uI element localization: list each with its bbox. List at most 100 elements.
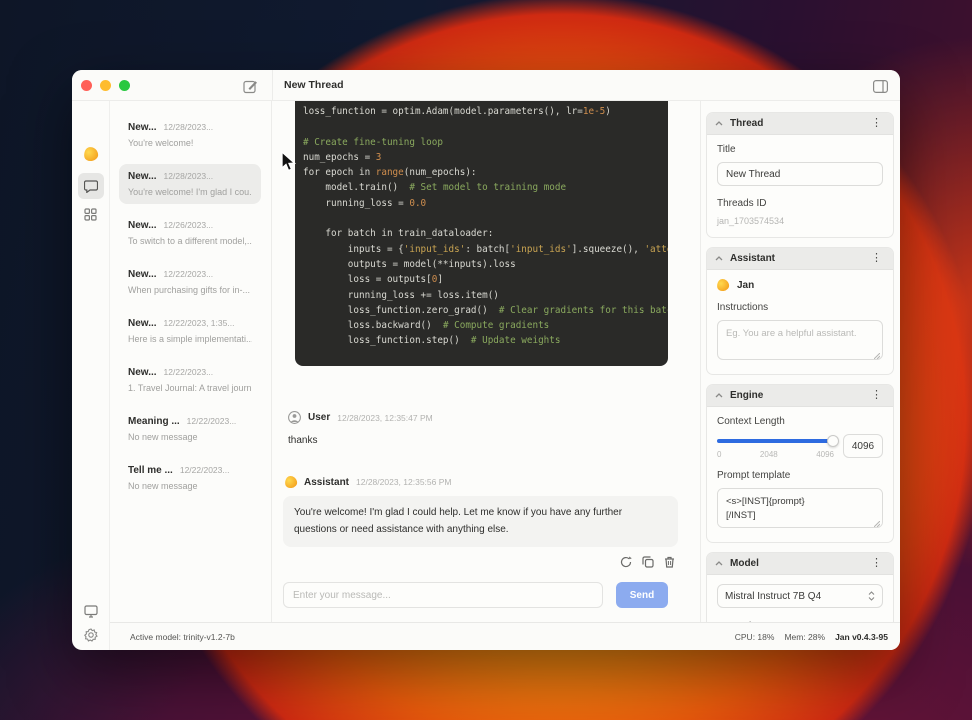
collapse-chevron-icon xyxy=(715,393,723,398)
thread-preview: When purchasing gifts for in-... xyxy=(128,285,251,295)
thread-list: New... 12/28/2023... You're welcome! New...… xyxy=(110,101,272,622)
assistant-hand-icon xyxy=(716,278,730,292)
collapse-chevron-icon xyxy=(715,121,723,126)
cpu-status: CPU: 18% xyxy=(734,631,775,642)
kebab-menu-icon[interactable]: ⋮ xyxy=(868,388,885,403)
resize-handle-icon[interactable] xyxy=(874,521,880,527)
assistant-card-header[interactable]: Assistant ⋮ xyxy=(707,248,893,270)
thread-card: Thread ⋮ Title Threads ID jan_1703574534 xyxy=(706,112,894,238)
zoom-window-button[interactable] xyxy=(119,79,130,91)
thread-list-item[interactable]: New... 12/22/2023, 1:35... Here is a simpl… xyxy=(119,311,261,351)
threads-chat-icon[interactable] xyxy=(77,173,104,199)
code-line: outputs = model(**inputs).loss xyxy=(303,258,516,270)
message-timestamp: 12/28/2023, 12:35:47 PM xyxy=(337,412,433,423)
collapse-chevron-icon xyxy=(715,256,723,261)
thread-title: New... xyxy=(128,367,157,378)
thread-preview: You're welcome! I'm glad I cou... xyxy=(128,187,252,197)
hub-grid-icon[interactable] xyxy=(78,201,104,227)
left-icon-rail xyxy=(72,101,110,650)
code-line: loss_function.zero_grad() # Clear gradie… xyxy=(303,304,668,316)
thread-list-item[interactable]: New... 12/22/2023... When purchasing gifts… xyxy=(119,262,261,302)
engine-card-header[interactable]: Engine ⋮ xyxy=(707,385,893,407)
thread-title: New... xyxy=(128,318,157,329)
thread-list-item[interactable]: New... 12/22/2023... 1. Travel Journal: A … xyxy=(119,360,261,400)
engine-card: Engine ⋮ Context Length 0 2048 4096 4096… xyxy=(706,384,894,543)
close-window-button[interactable] xyxy=(81,79,92,91)
traffic-lights xyxy=(81,79,130,91)
window-title: New Thread xyxy=(284,79,344,91)
thread-date: 12/28/2023... xyxy=(163,171,214,181)
thread-list-item[interactable]: Tell me ... 12/22/2023... No new message xyxy=(119,458,261,498)
thread-date: 12/22/2023... xyxy=(179,465,230,475)
context-length-slider[interactable] xyxy=(717,435,839,447)
thread-title-input[interactable] xyxy=(717,162,883,186)
thread-date: 12/28/2023... xyxy=(163,122,214,132)
tick-min: 0 xyxy=(717,450,722,459)
message-input[interactable] xyxy=(283,582,603,608)
regenerate-icon[interactable] xyxy=(617,553,634,570)
thread-title: New... xyxy=(128,269,157,280)
prompt-template-textarea[interactable]: <s>[INST]{prompt} [/INST] xyxy=(717,488,883,528)
minimize-window-button[interactable] xyxy=(100,79,111,91)
thread-date: 12/22/2023... xyxy=(163,367,214,377)
thread-preview: No new message xyxy=(128,432,198,442)
user-message-text: thanks xyxy=(288,435,318,446)
context-length-value[interactable]: 4096 xyxy=(843,434,883,458)
thread-title: New... xyxy=(128,171,157,182)
thread-title: New... xyxy=(128,122,157,133)
assistant-avatar-icon xyxy=(284,475,298,489)
thread-list-item[interactable]: New... 12/28/2023... You're welcome! I'm g… xyxy=(119,164,261,204)
message-author: Assistant xyxy=(304,476,350,488)
thread-date: 12/22/2023, 1:35... xyxy=(163,318,235,328)
thread-title: New... xyxy=(128,220,157,231)
message-composer: Send xyxy=(283,582,678,608)
model-selected-value: Mistral Instruct 7B Q4 xyxy=(725,590,822,602)
code-line: print(f'Epoch {epoch+1} loss: {running_l… xyxy=(303,364,660,366)
assistant-name: Jan xyxy=(737,279,755,291)
thread-preview: No new message xyxy=(128,481,198,491)
assistant-message-text: You're welcome! I'm glad I could help. L… xyxy=(283,496,678,547)
resize-handle-icon[interactable] xyxy=(874,353,880,359)
message-timestamp: 12/28/2023, 12:35:56 PM xyxy=(356,477,452,487)
thread-list-item[interactable]: Meaning ... 12/22/2023... No new message xyxy=(119,409,261,449)
toggle-right-panel-icon[interactable] xyxy=(870,76,890,96)
card-title: Engine xyxy=(730,390,764,401)
system-monitor-icon[interactable] xyxy=(78,598,104,624)
card-title: Thread xyxy=(730,118,764,129)
context-length-label: Context Length xyxy=(717,416,785,427)
code-line: model.train() # Set model to training mo… xyxy=(303,182,567,194)
code-block: loss_function = optim.Adam(model.paramet… xyxy=(295,101,668,366)
card-title: Model xyxy=(730,558,759,569)
new-thread-compose-icon[interactable] xyxy=(240,76,260,96)
instructions-textarea[interactable] xyxy=(717,320,883,360)
thread-list-item[interactable]: New... 12/28/2023... You're welcome! xyxy=(119,115,261,155)
code-line: running_loss = 0.0 xyxy=(303,197,427,209)
jan-app-window: New Thread New... 12/28/2023... You're wel… xyxy=(72,70,900,650)
desktop-wallpaper: { "window": { "title": "New Thread" }, "… xyxy=(0,0,972,720)
kebab-menu-icon[interactable]: ⋮ xyxy=(868,251,885,266)
kebab-menu-icon[interactable]: ⋮ xyxy=(868,556,885,571)
copy-icon[interactable] xyxy=(639,553,656,570)
slider-knob[interactable] xyxy=(827,435,839,447)
titlebar: New Thread xyxy=(72,70,900,101)
send-button[interactable]: Send xyxy=(616,582,668,608)
message-author: User xyxy=(308,412,331,423)
code-line: loss_function = optim.Adam(model.paramet… xyxy=(303,106,611,117)
kebab-menu-icon[interactable]: ⋮ xyxy=(868,116,885,131)
thread-date: 12/22/2023... xyxy=(163,269,214,279)
settings-gear-icon[interactable] xyxy=(78,622,104,648)
model-card-header[interactable]: Model ⋮ xyxy=(707,553,893,575)
code-line: for epoch in range(num_epochs): xyxy=(303,167,477,179)
code-line: loss.backward() # Compute gradients xyxy=(303,320,550,332)
delete-trash-icon[interactable] xyxy=(661,553,678,570)
user-avatar-icon xyxy=(288,411,301,424)
thread-card-header[interactable]: Thread ⋮ xyxy=(707,113,893,135)
code-line: loss = outputs[0] xyxy=(303,274,443,286)
right-settings-panel: Thread ⋮ Title Threads ID jan_1703574534… xyxy=(700,101,900,650)
collapse-chevron-icon xyxy=(715,561,723,566)
thread-date: 12/22/2023... xyxy=(186,416,237,426)
model-select[interactable]: Mistral Instruct 7B Q4 xyxy=(717,584,883,608)
thread-list-item[interactable]: New... 12/26/2023... To switch to a differ… xyxy=(119,213,261,253)
